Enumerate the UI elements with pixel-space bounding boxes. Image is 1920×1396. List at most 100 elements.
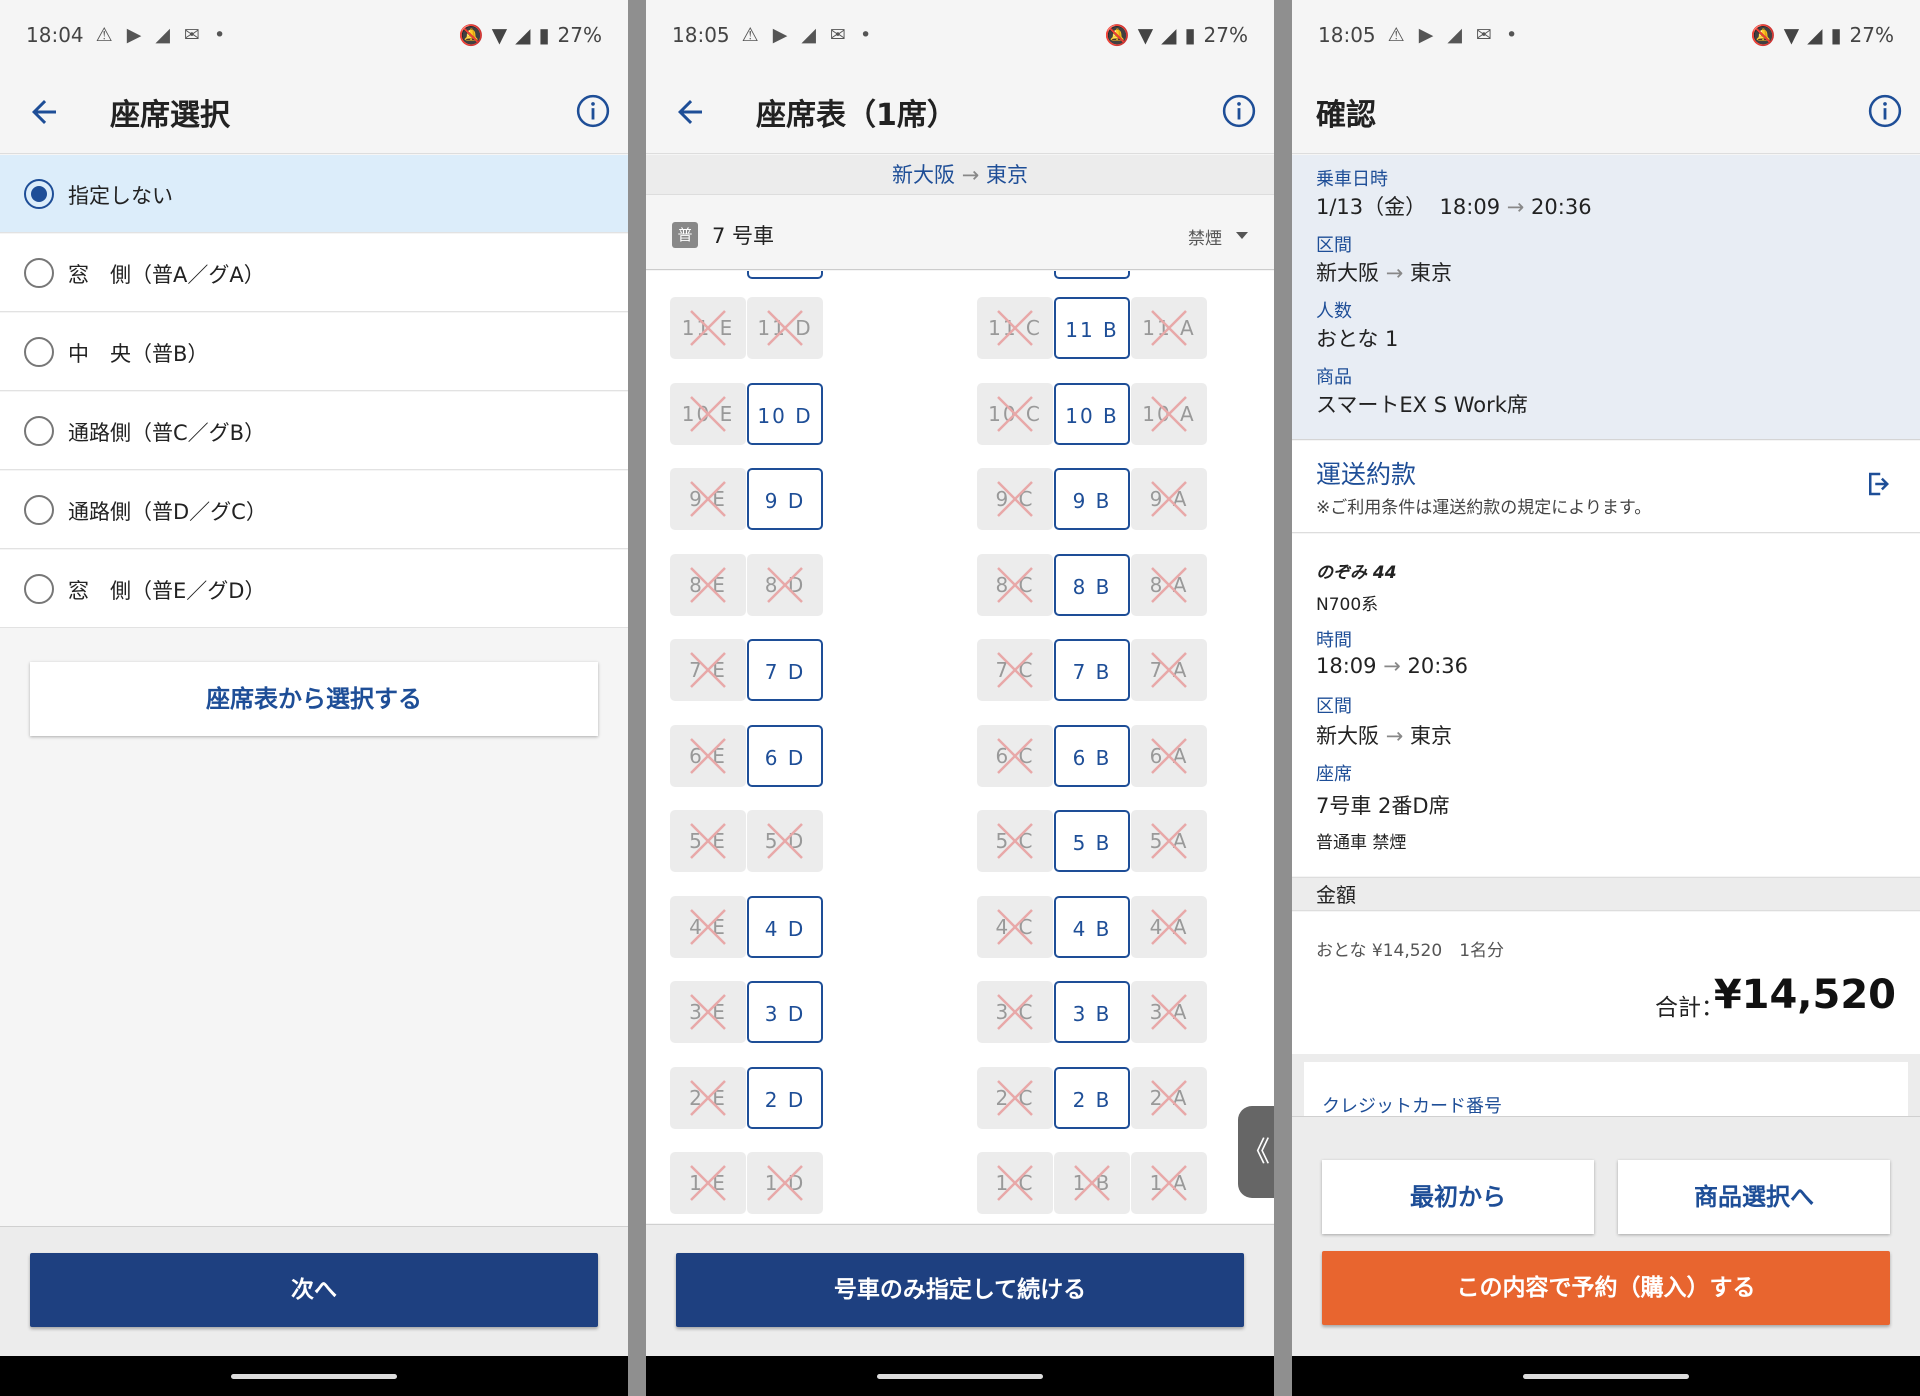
seat-9A: 9 A — [1131, 468, 1207, 530]
info-icon[interactable] — [1868, 94, 1902, 128]
seat-1A: 1 A — [1131, 1152, 1207, 1214]
seat-7B[interactable]: 7 B — [1054, 639, 1130, 701]
unavailable-cross-icon — [1074, 1165, 1110, 1201]
seat-6B[interactable]: 6 B — [1054, 724, 1130, 787]
terms-link-row[interactable]: 運送約款 ※ご利用条件は運送約款の規定によります。 — [1292, 441, 1920, 533]
time-label: 時間 — [1316, 630, 1352, 651]
seat-label: 6 B — [1072, 745, 1112, 770]
ride-departure: 18:09 — [1439, 195, 1501, 219]
unavailable-cross-icon — [690, 823, 726, 859]
seat-label: 4 D — [764, 916, 806, 941]
info-icon[interactable] — [1222, 94, 1256, 128]
seat-map-screen: 18:05 ⚠ ▶ ◢ ✉ • 🔕 ▼ ◢ ▮ 27% 座席表（1席） 新大阪 … — [646, 0, 1274, 1396]
people-value: おとな 1 — [1316, 327, 1399, 351]
seat-label: 座席 — [1316, 764, 1352, 785]
section-label: 区間 — [1316, 696, 1352, 717]
seat-value: 7号車 2番D席 — [1316, 794, 1450, 818]
battery-icon: ▮ — [1830, 23, 1842, 47]
seat-5B[interactable]: 5 B — [1054, 810, 1130, 872]
purchase-button[interactable]: この内容で予約（購入）する — [1322, 1251, 1890, 1325]
seat-option-0[interactable]: 指定しない — [0, 155, 628, 233]
side-panel-toggle[interactable]: 《 — [1238, 1106, 1274, 1198]
seat-9D[interactable]: 9 D — [747, 468, 823, 530]
product-select-button[interactable]: 商品選択へ — [1618, 1160, 1890, 1234]
radio-button[interactable] — [24, 416, 54, 446]
radio-button[interactable] — [24, 258, 54, 288]
back-arrow-icon[interactable] — [672, 94, 708, 130]
route-bar: 新大阪 → 東京 — [646, 155, 1274, 195]
seat-3D[interactable]: 3 D — [747, 981, 823, 1043]
booking-summary: 乗車日時 1/13（金） 18:09 → 20:36 区間 新大阪 → 東京 人… — [1292, 155, 1920, 440]
seat-10D[interactable]: 10 D — [747, 382, 823, 445]
seat-option-label: 通路側（普C／グB） — [68, 421, 266, 445]
radio-button[interactable] — [24, 179, 54, 209]
seat-7D[interactable]: 7 D — [747, 639, 823, 701]
notification-icons: ⚠ ▶ ◢ ✉ • — [95, 24, 230, 46]
home-gesture-handle[interactable] — [1523, 1374, 1689, 1379]
unavailable-cross-icon — [690, 1165, 726, 1201]
wifi-icon: ▼ — [1137, 23, 1154, 47]
unavailable-cross-icon — [997, 908, 1033, 945]
seat-1D: 1 D — [747, 1152, 823, 1214]
seat-label: 6 D — [764, 745, 806, 770]
seat-5A: 5 A — [1131, 810, 1207, 872]
seat-2D[interactable]: 2 D — [747, 1066, 823, 1129]
seat-option-4[interactable]: 通路側（普D／グC） — [0, 471, 628, 549]
seat-option-3[interactable]: 通路側（普C／グB） — [0, 392, 628, 470]
section-to: 東京 — [1409, 261, 1452, 285]
bottom-action-area: 次へ — [0, 1226, 628, 1356]
seat-8B[interactable]: 8 B — [1054, 553, 1130, 616]
unavailable-cross-icon — [997, 310, 1033, 346]
back-arrow-icon[interactable] — [26, 94, 62, 130]
battery-percent: 27% — [557, 23, 602, 47]
seat-6E: 6 E — [670, 724, 746, 787]
unavailable-cross-icon — [997, 1165, 1033, 1201]
seat-option-5[interactable]: 窓 側（普E／グD） — [0, 550, 628, 628]
seat-10B[interactable]: 10 B — [1054, 382, 1130, 445]
seat-label: 4 B — [1072, 916, 1112, 941]
home-gesture-handle[interactable] — [877, 1374, 1043, 1379]
seat-3B[interactable]: 3 B — [1054, 981, 1130, 1043]
radio-button[interactable] — [24, 574, 54, 604]
product-label: 商品 — [1316, 367, 1352, 388]
smoking-dropdown[interactable]: 禁煙 — [1188, 224, 1222, 249]
app-bar: 座席表（1席） — [646, 70, 1274, 154]
seat-option-2[interactable]: 中 央（普B） — [0, 313, 628, 391]
seat-2B[interactable]: 2 B — [1054, 1066, 1130, 1129]
restart-button[interactable]: 最初から — [1322, 1160, 1594, 1234]
info-icon[interactable] — [576, 94, 610, 128]
status-bar: 18:05 ⚠ ▶ ◢ ✉ • 🔕 ▼ ◢ ▮ 27% — [1292, 0, 1920, 70]
credit-card-label: クレジットカード番号 — [1322, 1096, 1502, 1117]
seat-4B[interactable]: 4 B — [1054, 895, 1130, 958]
section-to: 東京 — [1409, 724, 1452, 748]
seat-partial-top — [747, 271, 823, 279]
unavailable-cross-icon — [1151, 1165, 1187, 1201]
seat-4D[interactable]: 4 D — [747, 895, 823, 958]
dropdown-caret-icon[interactable] — [1236, 232, 1248, 239]
credit-card-field[interactable]: クレジットカード番号 — [1304, 1062, 1908, 1122]
section-from: 新大阪 — [1316, 261, 1379, 285]
external-link-icon[interactable] — [1864, 469, 1894, 499]
continue-with-car-only-button[interactable]: 号車のみ指定して続ける — [676, 1253, 1244, 1327]
seat-9B[interactable]: 9 B — [1054, 468, 1130, 530]
unavailable-cross-icon — [690, 652, 726, 688]
car-selector-bar: 普 7 号車 禁煙 — [646, 196, 1274, 270]
seat-11B[interactable]: 11 B — [1054, 297, 1130, 359]
unavailable-cross-icon — [997, 823, 1033, 859]
select-from-seat-map-button[interactable]: 座席表から選択する — [30, 662, 598, 736]
seat-label: 8 B — [1072, 574, 1112, 599]
seat-option-label: 中 央（普B） — [68, 342, 209, 366]
unavailable-cross-icon — [1151, 395, 1187, 432]
seat-option-1[interactable]: 窓 側（普A／グA） — [0, 234, 628, 312]
terms-title[interactable]: 運送約款 — [1316, 455, 1416, 491]
seat-6D[interactable]: 6 D — [747, 724, 823, 787]
home-gesture-handle[interactable] — [231, 1374, 397, 1379]
seat-label: 9 D — [764, 489, 806, 513]
next-button[interactable]: 次へ — [30, 1253, 598, 1327]
unavailable-cross-icon — [1151, 310, 1187, 346]
radio-button[interactable] — [24, 337, 54, 367]
status-time: 18:05 — [1318, 23, 1376, 47]
unavailable-cross-icon — [997, 994, 1033, 1030]
radio-button[interactable] — [24, 495, 54, 525]
seat-8D: 8 D — [747, 553, 823, 616]
